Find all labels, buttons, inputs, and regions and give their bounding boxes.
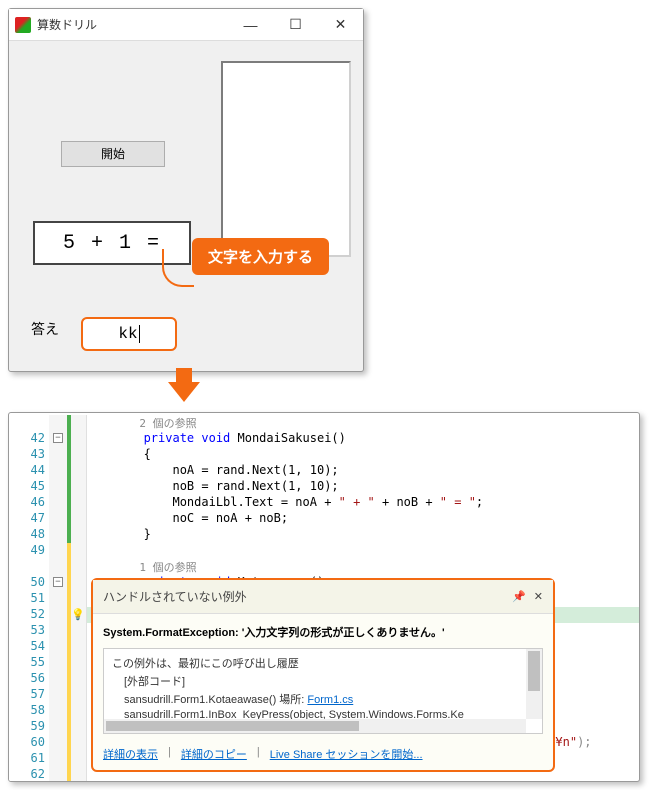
- answer-input[interactable]: kk: [81, 317, 177, 351]
- answer-value: kk: [118, 325, 137, 343]
- lightbulb-icon[interactable]: 💡: [71, 608, 85, 621]
- window-title: 算数ドリル: [37, 16, 228, 33]
- scrollbar-vertical[interactable]: [526, 649, 542, 719]
- exception-popup: ハンドルされていない例外 📌 ✕ System.FormatException:…: [91, 578, 555, 772]
- stack-link[interactable]: Form1.cs: [307, 694, 353, 706]
- callout-input: 文字を入力する: [192, 238, 329, 275]
- app-icon: [15, 17, 31, 33]
- exception-message: System.FormatException: '入力文字列の形式が正しくありま…: [103, 624, 543, 640]
- history-listbox[interactable]: [221, 61, 351, 257]
- text-cursor: [139, 325, 140, 343]
- exception-close-icon[interactable]: ✕: [534, 590, 543, 603]
- app-window: 算数ドリル — ☐ ✕ 開始 5 + 1 = 答え kk: [8, 8, 364, 372]
- scrollbar-horizontal[interactable]: [104, 719, 526, 733]
- minimize-button[interactable]: —: [228, 10, 273, 40]
- exception-header: ハンドルされていない例外 📌 ✕: [93, 580, 553, 614]
- exception-footer: 詳細の表示 | 詳細のコピー | Live Share セッションを開始...: [93, 740, 553, 770]
- titlebar: 算数ドリル — ☐ ✕: [9, 9, 363, 41]
- copy-details-link[interactable]: 詳細のコピー: [181, 746, 247, 762]
- stack-frame: sansudrill.Form1.Kotaeawase() 場所: Form1.…: [112, 691, 534, 707]
- start-button[interactable]: 開始: [61, 141, 165, 167]
- view-details-link[interactable]: 詳細の表示: [103, 746, 158, 762]
- arrow-down-icon: [168, 382, 200, 402]
- stack-external: [外部コード]: [112, 673, 534, 689]
- close-button[interactable]: ✕: [318, 10, 363, 40]
- maximize-button[interactable]: ☐: [273, 10, 318, 40]
- fold-icon[interactable]: −: [53, 577, 63, 587]
- liveshare-link[interactable]: Live Share セッションを開始...: [270, 746, 423, 762]
- exception-title: ハンドルされていない例外: [103, 588, 512, 605]
- app-body: 開始 5 + 1 = 答え kk: [9, 41, 363, 371]
- code-editor-panel: 2 個の参照 42− private void MondaiSakusei() …: [8, 412, 640, 782]
- fold-icon[interactable]: −: [53, 433, 63, 443]
- pin-icon[interactable]: 📌: [512, 590, 526, 603]
- stack-header: この例外は、最初にこの呼び出し履歴: [112, 655, 534, 671]
- exception-stacktrace[interactable]: この例外は、最初にこの呼び出し履歴 [外部コード] sansudrill.For…: [103, 648, 543, 734]
- answer-label: 答え: [31, 319, 59, 339]
- window-controls: — ☐ ✕: [228, 10, 363, 40]
